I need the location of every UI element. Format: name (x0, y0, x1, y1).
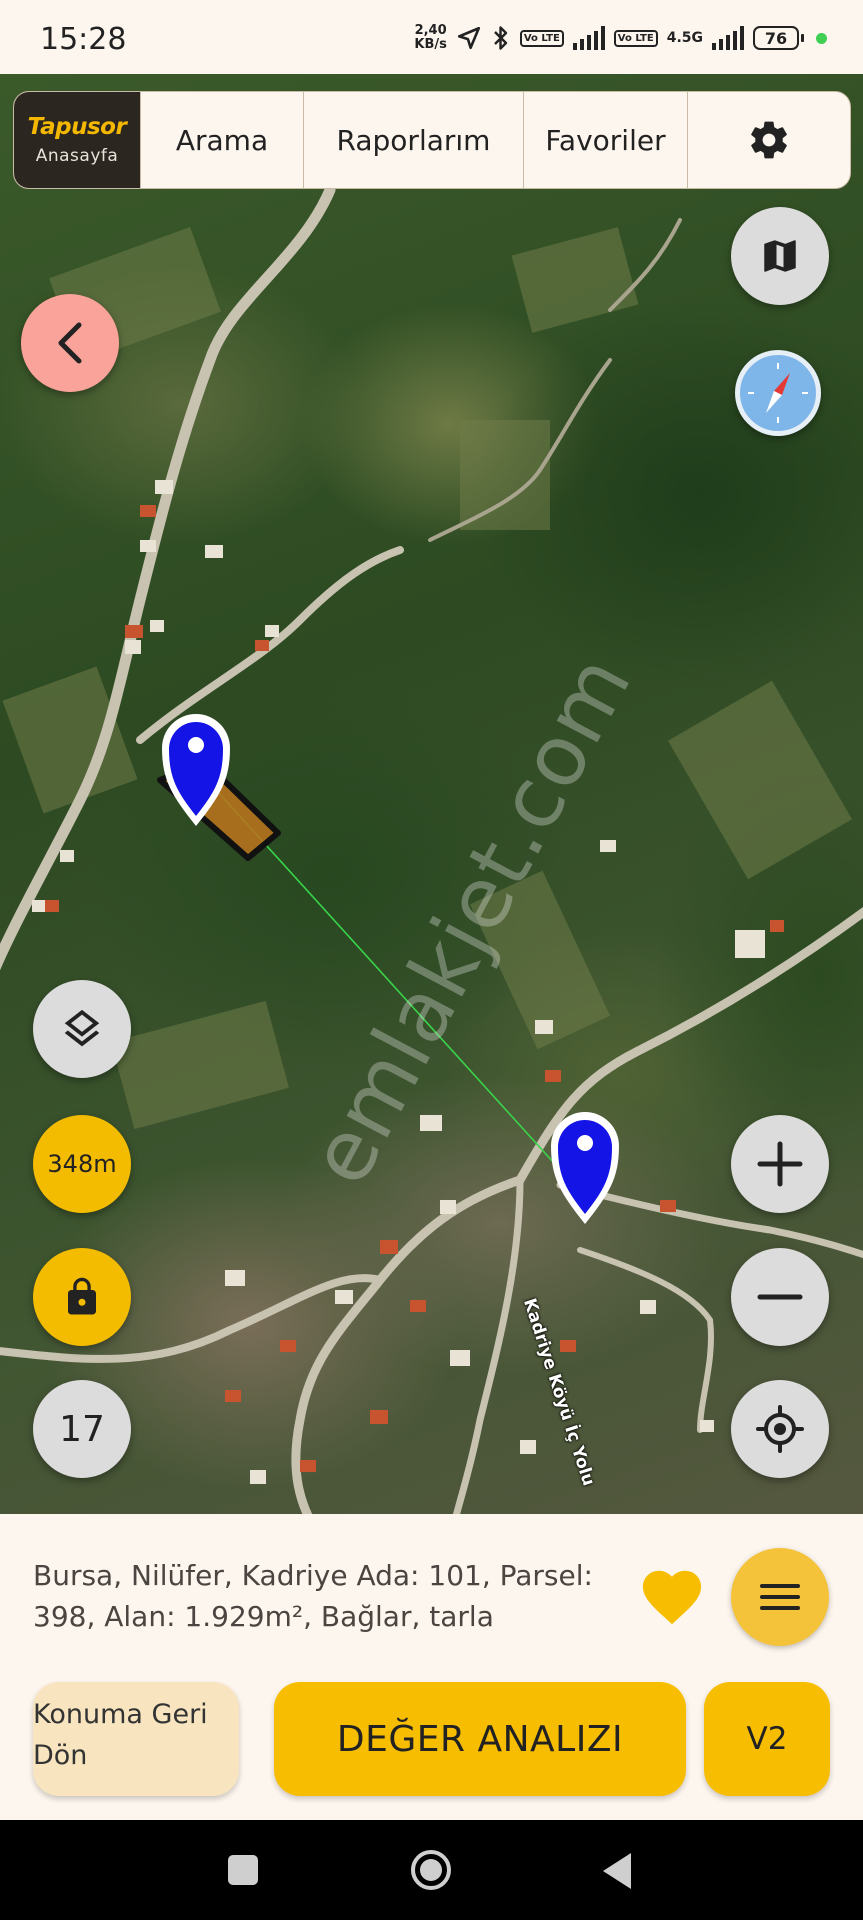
recents-button[interactable] (228, 1855, 258, 1885)
home-brand-button[interactable]: Tapusor Anasayfa (14, 92, 140, 188)
status-bar: 15:28 2,40 KB/s Vo LTE Vo LTE 4.5G 76 (0, 0, 863, 74)
layers-button[interactable] (33, 980, 131, 1078)
bluetooth-icon (494, 26, 508, 50)
status-icons: 2,40 KB/s Vo LTE Vo LTE 4.5G 76 (414, 18, 827, 58)
lock-button[interactable] (33, 1248, 131, 1346)
back-button[interactable] (21, 294, 119, 392)
signal-icon-2 (712, 26, 744, 50)
nav-search[interactable]: Arama (140, 92, 303, 188)
network-type: 4.5G (666, 30, 703, 46)
brand-logo: Tapusor (27, 114, 127, 140)
signal-icon-1 (572, 26, 605, 50)
plus-icon (757, 1141, 803, 1187)
minus-icon (757, 1294, 803, 1300)
home-button[interactable] (411, 1850, 451, 1890)
back-to-location-button[interactable]: Konuma Geri Dön (33, 1682, 239, 1796)
compass-button[interactable] (735, 350, 821, 436)
map-icon (764, 240, 796, 272)
value-analysis-button[interactable]: DEĞER ANALIZI (274, 1682, 686, 1796)
zoom-out-button[interactable] (731, 1248, 829, 1346)
network-speed: 2,40 KB/s (414, 23, 447, 52)
distance-button[interactable]: 348m (33, 1115, 131, 1213)
top-nav-bar: Tapusor Anasayfa Arama Raporlarım Favori… (13, 91, 851, 189)
zoom-level-indicator: 17 (33, 1380, 131, 1478)
crosshair-icon (756, 1405, 804, 1453)
layers-icon (64, 1009, 100, 1047)
gear-icon (751, 121, 787, 159)
zoom-in-button[interactable] (731, 1115, 829, 1213)
privacy-indicator-dot (816, 32, 827, 44)
volte-badge-2: Vo LTE (613, 29, 658, 47)
volte-badge-1: Vo LTE (519, 29, 564, 47)
location-pin-icon[interactable] (551, 1112, 619, 1224)
compass-icon (745, 360, 811, 426)
chevron-left-icon (58, 322, 82, 364)
parcel-info-text: Bursa, Nilüfer, Kadriye Ada: 101, Parsel… (33, 1559, 593, 1633)
map-type-button[interactable] (731, 207, 829, 305)
heart-icon[interactable] (637, 1562, 707, 1626)
nav-reports[interactable]: Raporlarım (303, 92, 523, 188)
location-arrow-icon (457, 26, 480, 50)
zoom-level-label: 17 (59, 1408, 105, 1450)
system-back-button[interactable] (603, 1853, 631, 1889)
hamburger-icon (760, 1584, 800, 1588)
battery-icon: 76 (753, 26, 804, 50)
lock-icon (68, 1277, 96, 1315)
my-location-button[interactable] (731, 1380, 829, 1478)
menu-button[interactable] (731, 1548, 829, 1646)
settings-button[interactable] (687, 92, 850, 188)
brand-home-label: Anasayfa (35, 146, 119, 166)
status-time: 15:28 (40, 22, 127, 57)
version-button[interactable]: V2 (704, 1682, 830, 1796)
nav-favorites[interactable]: Favoriler (523, 92, 687, 188)
distance-label: 348m (47, 1150, 117, 1178)
